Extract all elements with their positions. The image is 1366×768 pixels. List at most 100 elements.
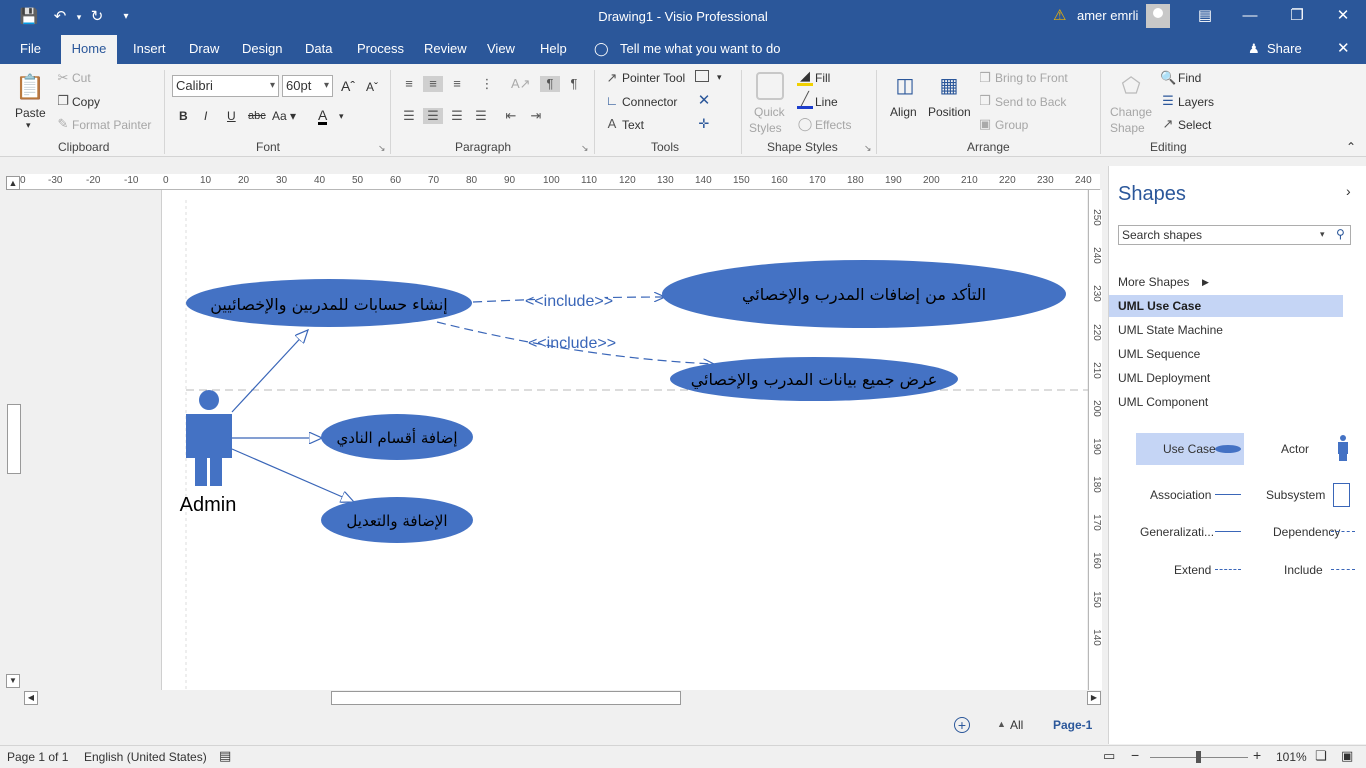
master-dependency-label[interactable]: Dependency [1273,525,1340,539]
more-shapes-item[interactable]: More Shapes ▶ [1109,271,1343,293]
macro-icon[interactable]: ▤ [219,748,231,764]
select-button[interactable]: Select [1178,118,1211,132]
send-to-back-button[interactable]: Send to Back [995,95,1066,109]
paste-dropdown-icon[interactable]: ▾ [26,120,31,131]
paste-icon[interactable]: 📋 [15,72,45,104]
zoom-slider-thumb[interactable] [1196,751,1201,763]
close-button[interactable]: ✕ [1331,4,1355,28]
paste-button[interactable]: Paste [15,106,46,120]
font-family-select[interactable]: Calibri [172,75,279,97]
ribbon-display-icon[interactable]: ▤ [1193,4,1217,28]
paragraph-launcher-icon[interactable]: ↘ [581,143,589,154]
align-top-icon[interactable]: ≡ [401,76,417,92]
fill-button[interactable]: Fill [815,71,830,85]
horizontal-scrollbar[interactable]: ◀ ▶ [24,690,1102,706]
zoom-out-icon[interactable]: − [1131,747,1139,763]
stencil-uml-deployment[interactable]: UML Deployment [1109,367,1343,389]
delete-connector-icon[interactable]: ✕ [696,93,712,109]
font-launcher-icon[interactable]: ↘ [378,143,386,154]
master-generalization-label[interactable]: Generalizati... [1140,525,1214,539]
strikethrough-icon[interactable]: abc [248,110,266,122]
tab-review[interactable]: Review [424,41,467,56]
association-line[interactable] [231,448,354,502]
switch-windows-icon[interactable]: ▣ [1341,748,1353,764]
page-tab-1[interactable]: Page-1 [1053,718,1092,732]
align-left-icon[interactable]: ☰ [401,108,417,124]
cut-button[interactable]: Cut [72,71,91,85]
align-middle-icon[interactable]: ≡ [423,76,443,92]
effects-button[interactable]: Effects [815,118,851,132]
shrink-font-icon[interactable]: Aˇ [366,80,378,94]
tab-file[interactable]: File [20,41,41,56]
horizontal-scroll-thumb[interactable] [331,691,681,705]
tab-design[interactable]: Design [242,41,282,56]
zoom-in-icon[interactable]: + [1253,747,1261,763]
align-center-icon[interactable]: ☰ [423,108,443,124]
language-status[interactable]: English (United States) [84,750,207,764]
shapes-dropdown-icon[interactable]: ▾ [717,72,722,83]
scroll-down-icon[interactable]: ▼ [6,674,20,688]
tab-insert[interactable]: Insert [133,41,166,56]
scroll-left-icon[interactable]: ◀ [24,691,38,705]
grow-font-icon[interactable]: Aˆ [341,78,355,94]
collapse-ribbon-icon[interactable]: ⌃ [1346,140,1356,154]
actor-admin[interactable] [186,390,232,486]
connector-button[interactable]: Connector [622,95,677,109]
master-actor-label[interactable]: Actor [1281,442,1309,456]
line-button[interactable]: Line [815,95,838,109]
search-icon[interactable]: ⚲ [1336,227,1345,241]
quick-styles-icon[interactable] [756,72,784,100]
tab-data[interactable]: Data [305,41,332,56]
align-button[interactable]: Align [890,105,917,119]
font-color-dropdown-icon[interactable]: ▾ [339,111,344,122]
fit-page-icon[interactable]: ❏ [1315,748,1327,764]
underline-icon[interactable]: U [227,109,236,123]
zoom-level[interactable]: 101% [1276,750,1307,764]
text-direction-icon[interactable]: A↗ [511,76,531,92]
change-shape-button-2[interactable]: Shape [1110,121,1145,135]
rectangle-icon[interactable] [695,70,709,82]
all-pages-button[interactable]: All [1010,718,1023,732]
layers-button[interactable]: Layers [1178,95,1214,109]
align-right-icon[interactable]: ☰ [449,108,465,124]
justify-icon[interactable]: ☰ [473,108,489,124]
tab-view[interactable]: View [487,41,515,56]
ltr-icon[interactable]: ¶ [566,76,582,92]
stencil-uml-component[interactable]: UML Component [1109,391,1343,413]
add-page-icon[interactable]: + [954,717,970,733]
group-button[interactable]: Group [995,118,1028,132]
user-name[interactable]: amer emrli [1077,8,1138,23]
shape-styles-launcher-icon[interactable]: ↘ [864,143,872,154]
quick-styles-button-2[interactable]: Styles [749,121,782,135]
text-button[interactable]: Text [622,118,644,132]
quick-styles-button[interactable]: Quick [754,105,785,119]
tab-process[interactable]: Process [357,41,404,56]
change-shape-button[interactable]: Change [1110,105,1152,119]
stencil-uml-state-machine[interactable]: UML State Machine [1109,319,1343,341]
find-button[interactable]: Find [1178,71,1201,85]
drawing-page[interactable]: <<include>> <<include>> إنشاء حسابات للم… [161,190,1088,690]
font-size-select[interactable]: 60pt [282,75,333,97]
vertical-scrollbar[interactable] [5,190,21,688]
italic-icon[interactable]: I [204,109,207,123]
decrease-indent-icon[interactable]: ⇤ [503,108,519,124]
stencil-uml-sequence[interactable]: UML Sequence [1109,343,1343,365]
close-ribbon-icon[interactable]: ✕ [1337,39,1350,57]
stencil-uml-use-case[interactable]: UML Use Case [1109,295,1343,317]
change-case-icon[interactable]: Aa ▾ [272,109,296,123]
master-include-label[interactable]: Include [1284,563,1323,577]
tab-home[interactable]: Home [61,35,117,64]
bring-to-front-button[interactable]: Bring to Front [995,71,1068,85]
master-extend-label[interactable]: Extend [1174,563,1211,577]
ruler-corner-icon[interactable]: ▲ [6,176,20,190]
share-icon[interactable]: ♟ [1248,41,1260,57]
association-line[interactable] [231,330,308,413]
scroll-right-icon[interactable]: ▶ [1087,691,1101,705]
bold-icon[interactable]: B [179,109,188,123]
tell-me-search[interactable]: Tell me what you want to do [620,41,780,56]
font-color-icon[interactable]: A [318,108,328,125]
vertical-scroll-thumb[interactable] [7,404,21,474]
master-subsystem-label[interactable]: Subsystem [1266,488,1325,502]
warning-icon[interactable]: ⚠ [1053,6,1066,24]
share-button[interactable]: Share [1267,41,1302,56]
